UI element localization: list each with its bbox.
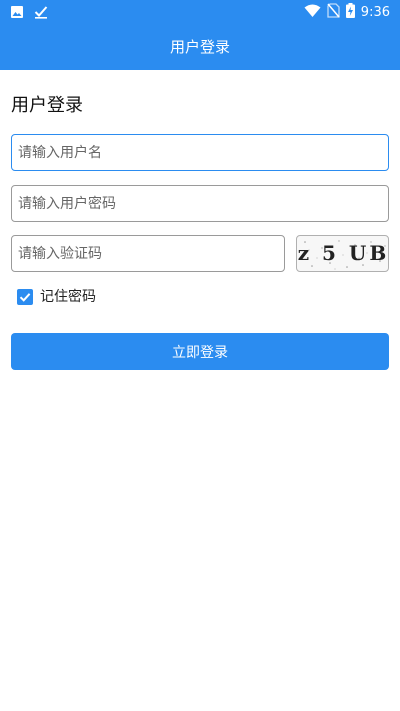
checkmark-icon (19, 293, 31, 302)
remember-checkbox[interactable] (17, 289, 33, 305)
clock-time: 9:36 (360, 4, 390, 20)
battery-charging-icon (345, 3, 355, 22)
password-input[interactable] (11, 185, 389, 222)
top-bar: 9:36 用户登录 (0, 0, 400, 70)
check-icon (34, 4, 48, 23)
captcha-image[interactable]: z 5 UB (296, 235, 389, 272)
username-input[interactable] (11, 134, 389, 171)
remember-password-toggle[interactable]: 记住密码 (17, 288, 96, 306)
captcha-text: z 5 UB (297, 241, 389, 265)
image-icon (10, 4, 24, 23)
wifi-icon (304, 3, 321, 22)
app-bar-title: 用户登录 (169, 38, 230, 56)
captcha-input[interactable] (11, 235, 285, 272)
remember-label: 记住密码 (40, 289, 96, 305)
status-bar: 9:36 (0, 0, 400, 24)
login-button[interactable]: 立即登录 (11, 333, 389, 370)
no-sim-icon (327, 3, 340, 22)
page-title: 用户登录 (11, 95, 83, 116)
